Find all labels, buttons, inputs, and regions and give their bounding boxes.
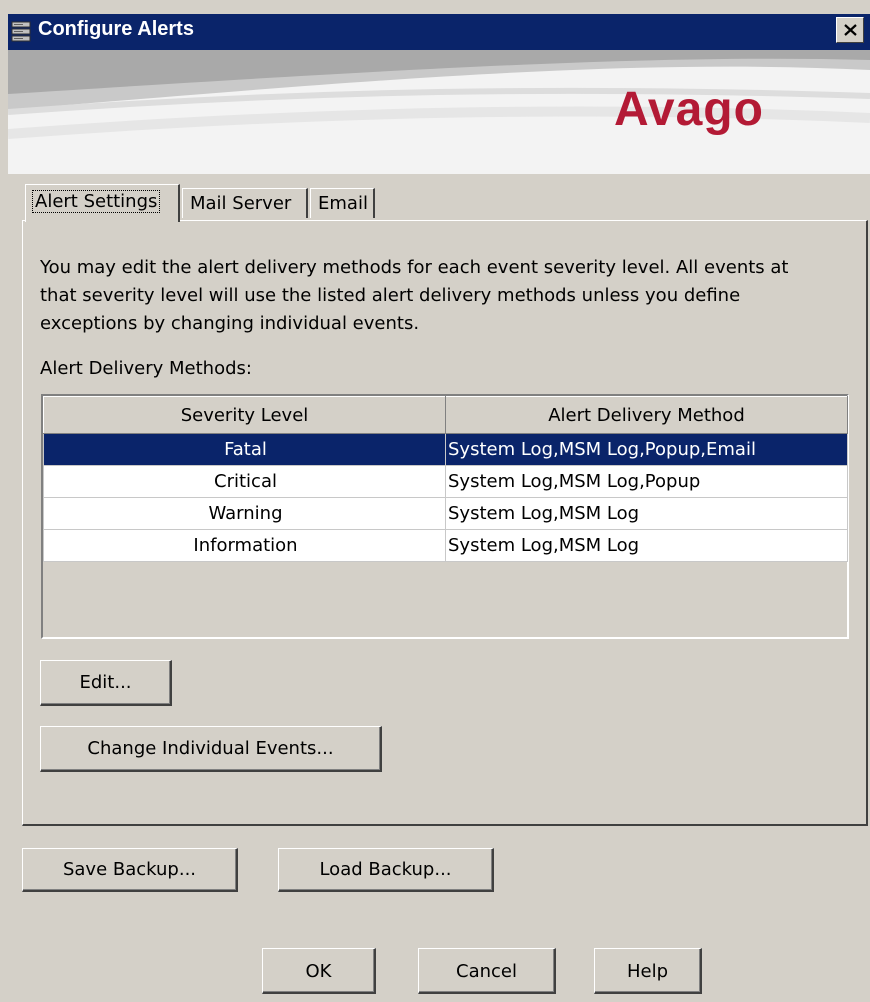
change-events-button-label: Change Individual Events... (87, 738, 334, 759)
table-row[interactable]: Warning System Log,MSM Log (43, 497, 848, 530)
tab-email[interactable]: Email (310, 188, 375, 218)
method-cell[interactable]: System Log,MSM Log (445, 529, 848, 562)
table-row[interactable]: Information System Log,MSM Log (43, 529, 848, 562)
severity-cell[interactable]: Warning (43, 497, 446, 530)
table-row[interactable]: Critical System Log,MSM Log,Popup (43, 465, 848, 498)
severity-cell[interactable]: Critical (43, 465, 446, 498)
server-stack-icon (11, 21, 31, 43)
save-backup-label: Save Backup... (62, 859, 197, 880)
cancel-button[interactable]: Cancel (418, 948, 556, 994)
ok-label: OK (305, 961, 332, 982)
delivery-methods-label: Alert Delivery Methods: (40, 358, 252, 379)
tab-label: Email (318, 193, 368, 214)
help-button[interactable]: Help (594, 948, 702, 994)
edit-button-label: Edit... (79, 672, 132, 693)
help-label: Help (626, 961, 669, 982)
tab-label: Alert Settings (32, 190, 161, 213)
method-cell[interactable]: System Log,MSM Log,Popup (445, 465, 848, 498)
tab-alert-settings[interactable]: Alert Settings (25, 184, 180, 222)
avago-logo: Avago (614, 83, 764, 136)
close-icon (844, 24, 857, 36)
table-header-row: Severity Level Alert Delivery Method (43, 396, 848, 434)
close-button[interactable] (836, 17, 864, 43)
method-cell[interactable]: System Log,MSM Log,Popup,Email (445, 433, 848, 466)
save-backup-button[interactable]: Save Backup... (22, 848, 238, 892)
load-backup-button[interactable]: Load Backup... (278, 848, 494, 892)
tab-label: Mail Server (190, 193, 292, 214)
column-header-severity[interactable]: Severity Level (43, 396, 446, 434)
edit-button[interactable]: Edit... (40, 660, 172, 706)
description-text: You may edit the alert delivery methods … (40, 257, 789, 334)
table-row[interactable]: Fatal System Log,MSM Log,Popup,Email (43, 433, 848, 466)
method-cell[interactable]: System Log,MSM Log (445, 497, 848, 530)
ok-button[interactable]: OK (262, 948, 376, 994)
load-backup-label: Load Backup... (319, 859, 452, 880)
severity-cell[interactable]: Information (43, 529, 446, 562)
window-title: Configure Alerts (38, 18, 194, 40)
delivery-methods-table: Severity Level Alert Delivery Method Fat… (43, 396, 848, 562)
severity-cell[interactable]: Fatal (43, 433, 446, 466)
tab-mail-server[interactable]: Mail Server (182, 188, 308, 218)
column-header-method[interactable]: Alert Delivery Method (445, 396, 848, 434)
change-individual-events-button[interactable]: Change Individual Events... (40, 726, 382, 772)
cancel-label: Cancel (456, 961, 517, 982)
